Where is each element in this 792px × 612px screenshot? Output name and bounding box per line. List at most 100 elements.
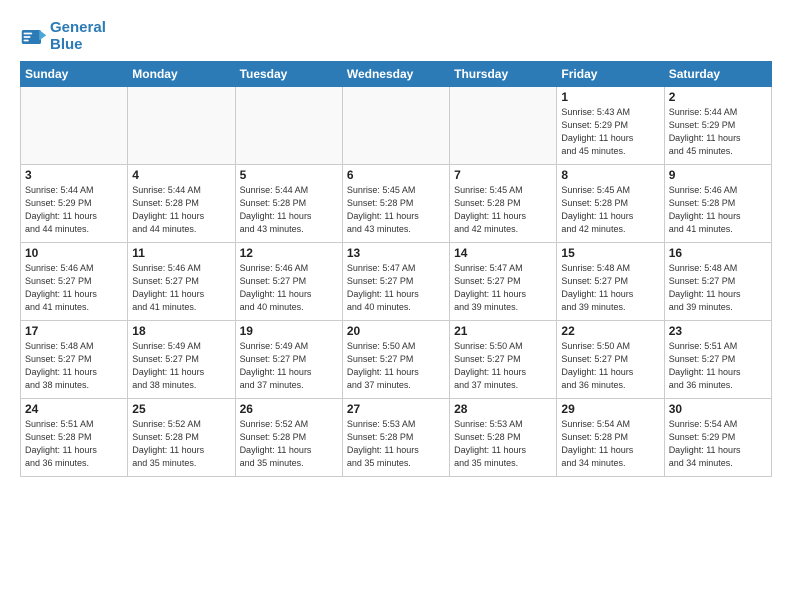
calendar-cell: 19 Sunrise: 5:49 AM Sunset: 5:27 PM Dayli… (235, 321, 342, 399)
day-number: 16 (669, 246, 767, 260)
calendar-week-4: 17 Sunrise: 5:48 AM Sunset: 5:27 PM Dayli… (21, 321, 772, 399)
calendar-week-2: 3 Sunrise: 5:44 AM Sunset: 5:29 PM Daylig… (21, 165, 772, 243)
calendar-cell: 13Sunrise: 5:47 AM Sunset: 5:27 PM Dayli… (342, 243, 449, 321)
day-number: 18 (132, 324, 230, 338)
logo-text: General Blue (50, 20, 106, 53)
calendar-cell: 16 Sunrise: 5:48 AM Sunset: 5:27 PM Dayli… (664, 243, 771, 321)
day-number: 17 (25, 324, 123, 338)
day-info: Sunrise: 5:46 AM Sunset: 5:27 PM Dayligh… (132, 262, 230, 314)
calendar-cell: 23 Sunrise: 5:51 AM Sunset: 5:27 PM Dayli… (664, 321, 771, 399)
day-info: Sunrise: 5:44 AM Sunset: 5:28 PM Dayligh… (240, 184, 338, 236)
weekday-header-wednesday: Wednesday (342, 62, 449, 87)
calendar-cell (128, 87, 235, 165)
day-info: Sunrise: 5:44 AM Sunset: 5:29 PM Dayligh… (25, 184, 123, 236)
day-info: Sunrise: 5:44 AM Sunset: 5:29 PM Dayligh… (669, 106, 767, 158)
page: General Blue SundayMondayTuesdayWednesda… (0, 0, 792, 487)
calendar-cell: 11 Sunrise: 5:46 AM Sunset: 5:27 PM Dayli… (128, 243, 235, 321)
calendar-cell: 6 Sunrise: 5:45 AM Sunset: 5:28 PM Daylig… (342, 165, 449, 243)
day-number: 28 (454, 402, 552, 416)
day-info: Sunrise: 5:50 AM Sunset: 5:27 PM Dayligh… (454, 340, 552, 392)
calendar-cell: 17 Sunrise: 5:48 AM Sunset: 5:27 PM Dayli… (21, 321, 128, 399)
day-number: 4 (132, 168, 230, 182)
day-number: 11 (132, 246, 230, 260)
calendar-cell: 20Sunrise: 5:50 AM Sunset: 5:27 PM Dayli… (342, 321, 449, 399)
calendar-cell: 3 Sunrise: 5:44 AM Sunset: 5:29 PM Daylig… (21, 165, 128, 243)
calendar-cell: 15Sunrise: 5:48 AM Sunset: 5:27 PM Dayli… (557, 243, 664, 321)
day-number: 12 (240, 246, 338, 260)
day-number: 29 (561, 402, 659, 416)
day-info: Sunrise: 5:47 AM Sunset: 5:27 PM Dayligh… (347, 262, 445, 314)
day-info: Sunrise: 5:50 AM Sunset: 5:27 PM Dayligh… (347, 340, 445, 392)
calendar-cell: 8 Sunrise: 5:45 AM Sunset: 5:28 PM Daylig… (557, 165, 664, 243)
day-info: Sunrise: 5:51 AM Sunset: 5:28 PM Dayligh… (25, 418, 123, 470)
calendar-header-row: SundayMondayTuesdayWednesdayThursdayFrid… (21, 62, 772, 87)
day-info: Sunrise: 5:45 AM Sunset: 5:28 PM Dayligh… (561, 184, 659, 236)
calendar-table: SundayMondayTuesdayWednesdayThursdayFrid… (20, 61, 772, 477)
calendar-cell: 5 Sunrise: 5:44 AM Sunset: 5:28 PM Daylig… (235, 165, 342, 243)
weekday-header-friday: Friday (557, 62, 664, 87)
day-info: Sunrise: 5:54 AM Sunset: 5:28 PM Dayligh… (561, 418, 659, 470)
day-info: Sunrise: 5:50 AM Sunset: 5:27 PM Dayligh… (561, 340, 659, 392)
day-number: 22 (561, 324, 659, 338)
weekday-header-monday: Monday (128, 62, 235, 87)
calendar-cell: 9Sunrise: 5:46 AM Sunset: 5:28 PM Daylig… (664, 165, 771, 243)
calendar-week-3: 10 Sunrise: 5:46 AM Sunset: 5:27 PM Dayli… (21, 243, 772, 321)
calendar-cell: 12 Sunrise: 5:46 AM Sunset: 5:27 PM Dayli… (235, 243, 342, 321)
day-number: 21 (454, 324, 552, 338)
day-number: 24 (25, 402, 123, 416)
calendar-cell: 24 Sunrise: 5:51 AM Sunset: 5:28 PM Dayli… (21, 399, 128, 477)
day-number: 5 (240, 168, 338, 182)
calendar-cell: 1Sunrise: 5:43 AM Sunset: 5:29 PM Daylig… (557, 87, 664, 165)
calendar-cell (342, 87, 449, 165)
calendar-week-5: 24 Sunrise: 5:51 AM Sunset: 5:28 PM Dayli… (21, 399, 772, 477)
calendar-cell: 25 Sunrise: 5:52 AM Sunset: 5:28 PM Dayli… (128, 399, 235, 477)
calendar-cell: 22 Sunrise: 5:50 AM Sunset: 5:27 PM Dayli… (557, 321, 664, 399)
calendar-cell: 27Sunrise: 5:53 AM Sunset: 5:28 PM Dayli… (342, 399, 449, 477)
calendar-cell: 26 Sunrise: 5:52 AM Sunset: 5:28 PM Dayli… (235, 399, 342, 477)
day-info: Sunrise: 5:46 AM Sunset: 5:27 PM Dayligh… (25, 262, 123, 314)
calendar-cell: 14 Sunrise: 5:47 AM Sunset: 5:27 PM Dayli… (450, 243, 557, 321)
day-info: Sunrise: 5:49 AM Sunset: 5:27 PM Dayligh… (240, 340, 338, 392)
day-number: 25 (132, 402, 230, 416)
day-info: Sunrise: 5:43 AM Sunset: 5:29 PM Dayligh… (561, 106, 659, 158)
day-number: 19 (240, 324, 338, 338)
day-info: Sunrise: 5:51 AM Sunset: 5:27 PM Dayligh… (669, 340, 767, 392)
day-number: 26 (240, 402, 338, 416)
calendar-cell (21, 87, 128, 165)
day-number: 6 (347, 168, 445, 182)
day-info: Sunrise: 5:44 AM Sunset: 5:28 PM Dayligh… (132, 184, 230, 236)
calendar-cell (450, 87, 557, 165)
day-number: 3 (25, 168, 123, 182)
day-info: Sunrise: 5:48 AM Sunset: 5:27 PM Dayligh… (669, 262, 767, 314)
day-number: 10 (25, 246, 123, 260)
day-number: 9 (669, 168, 767, 182)
day-info: Sunrise: 5:48 AM Sunset: 5:27 PM Dayligh… (25, 340, 123, 392)
calendar-cell (235, 87, 342, 165)
weekday-header-thursday: Thursday (450, 62, 557, 87)
day-info: Sunrise: 5:54 AM Sunset: 5:29 PM Dayligh… (669, 418, 767, 470)
day-number: 7 (454, 168, 552, 182)
calendar-cell: 2Sunrise: 5:44 AM Sunset: 5:29 PM Daylig… (664, 87, 771, 165)
day-number: 30 (669, 402, 767, 416)
day-info: Sunrise: 5:46 AM Sunset: 5:27 PM Dayligh… (240, 262, 338, 314)
logo-icon (20, 23, 48, 51)
day-info: Sunrise: 5:53 AM Sunset: 5:28 PM Dayligh… (454, 418, 552, 470)
day-info: Sunrise: 5:45 AM Sunset: 5:28 PM Dayligh… (454, 184, 552, 236)
weekday-header-tuesday: Tuesday (235, 62, 342, 87)
day-info: Sunrise: 5:45 AM Sunset: 5:28 PM Dayligh… (347, 184, 445, 236)
day-info: Sunrise: 5:52 AM Sunset: 5:28 PM Dayligh… (132, 418, 230, 470)
day-info: Sunrise: 5:52 AM Sunset: 5:28 PM Dayligh… (240, 418, 338, 470)
day-number: 27 (347, 402, 445, 416)
calendar-cell: 28 Sunrise: 5:53 AM Sunset: 5:28 PM Dayli… (450, 399, 557, 477)
calendar-cell: 30 Sunrise: 5:54 AM Sunset: 5:29 PM Dayli… (664, 399, 771, 477)
calendar-cell: 18Sunrise: 5:49 AM Sunset: 5:27 PM Dayli… (128, 321, 235, 399)
calendar-cell: 4 Sunrise: 5:44 AM Sunset: 5:28 PM Daylig… (128, 165, 235, 243)
calendar-cell: 7 Sunrise: 5:45 AM Sunset: 5:28 PM Daylig… (450, 165, 557, 243)
weekday-header-sunday: Sunday (21, 62, 128, 87)
day-number: 23 (669, 324, 767, 338)
day-number: 15 (561, 246, 659, 260)
day-number: 14 (454, 246, 552, 260)
day-number: 8 (561, 168, 659, 182)
day-info: Sunrise: 5:47 AM Sunset: 5:27 PM Dayligh… (454, 262, 552, 314)
logo: General Blue (20, 20, 106, 53)
